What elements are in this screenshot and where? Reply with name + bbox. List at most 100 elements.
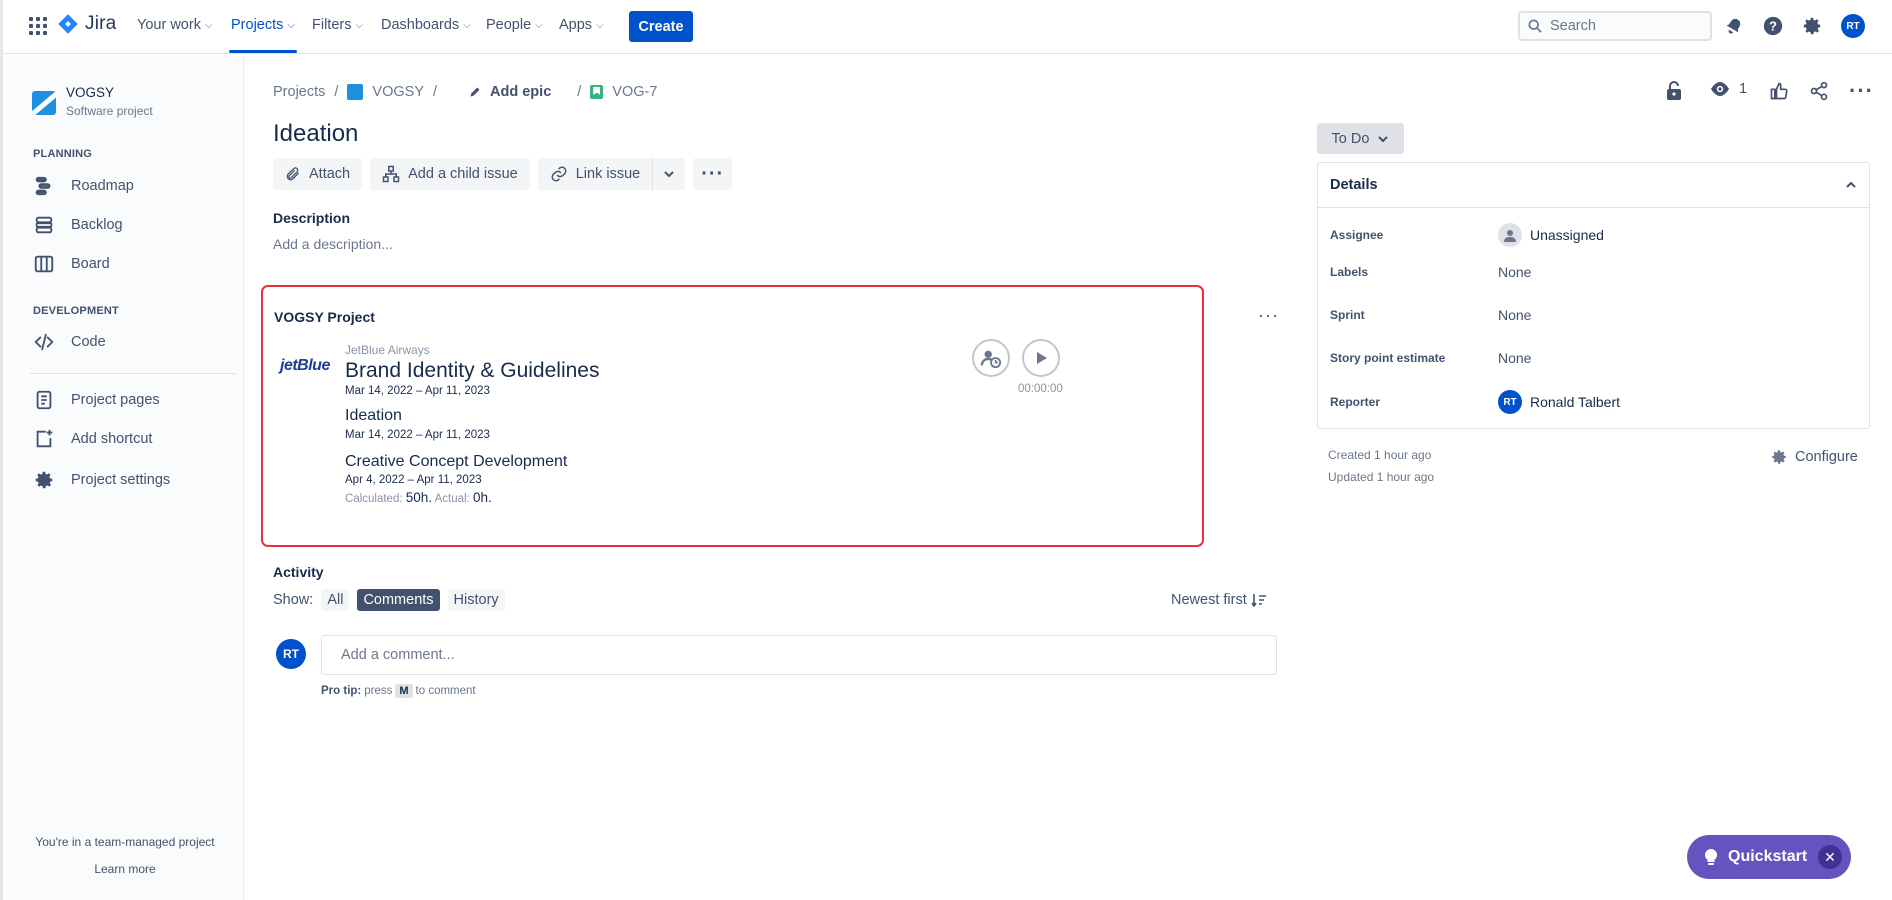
show-label: Show: (273, 592, 314, 608)
sidebar-item-add-shortcut[interactable]: Add shortcut (33, 428, 152, 450)
nav-dashboards[interactable]: Dashboards ⌵ (381, 17, 471, 33)
details-header[interactable]: Details (1318, 163, 1869, 208)
nav-your-work[interactable]: Your work ⌵ (137, 17, 213, 33)
breadcrumb-issue-key[interactable]: VOG-7 (612, 84, 657, 100)
nav-filters[interactable]: Filters ⌵ (312, 17, 363, 33)
add-epic-link[interactable]: Add epic (490, 84, 551, 100)
assign-time-button[interactable] (972, 339, 1010, 377)
notifications-icon[interactable] (1722, 14, 1746, 38)
story-points-field[interactable]: None (1498, 350, 1531, 366)
phase-name[interactable]: Ideation (345, 407, 402, 425)
add-child-issue-button[interactable]: Add a child issue (370, 158, 530, 190)
activity-filter: Show: All Comments History (273, 589, 505, 611)
app-switcher-icon[interactable] (29, 17, 47, 35)
project-header[interactable]: VOGSY Software project (32, 85, 153, 118)
calculated-value: 50h. (405, 490, 433, 505)
sidebar-item-label: Board (71, 256, 110, 272)
unassigned-avatar-icon (1498, 223, 1522, 247)
panel-more-icon[interactable]: ··· (1258, 305, 1279, 326)
reporter-field[interactable]: RT Ronald Talbert (1498, 390, 1620, 414)
client-logo: jetBlue (280, 357, 330, 374)
start-timer-button[interactable] (1022, 339, 1060, 377)
sidebar-item-project-pages[interactable]: Project pages (33, 389, 160, 411)
sidebar-item-label: Project settings (71, 472, 171, 488)
details-title: Details (1330, 177, 1378, 193)
nav-apps[interactable]: Apps ⌵ (559, 17, 604, 33)
jira-logo[interactable]: Jira (57, 13, 116, 35)
reporter-avatar: RT (1498, 390, 1522, 414)
lock-icon[interactable] (1665, 81, 1683, 101)
more-actions-icon[interactable]: ··· (1849, 78, 1874, 104)
play-icon (1037, 352, 1047, 364)
protip-label: Pro tip: (321, 685, 362, 697)
sidebar-item-label: Code (71, 334, 106, 350)
description-input[interactable]: Add a description... (273, 236, 393, 252)
create-button[interactable]: Create (629, 11, 693, 42)
filter-comments[interactable]: Comments (357, 589, 440, 611)
comment-input[interactable]: Add a comment... (321, 635, 1277, 675)
phase-dates: Mar 14, 2022 – Apr 11, 2023 (345, 429, 490, 441)
link-icon (551, 166, 567, 182)
top-navigation: Jira Your work ⌵ Projects ⌵ Filters ⌵ Dashb… (3, 0, 1892, 54)
paperclip-icon (286, 167, 299, 181)
sidebar-item-backlog[interactable]: Backlog (33, 214, 123, 236)
chevron-down-icon: ⌵ (355, 19, 364, 31)
filter-history[interactable]: History (447, 589, 505, 611)
project-dates: Mar 14, 2022 – Apr 11, 2023 (345, 385, 490, 397)
activity-label: Activity (273, 564, 324, 580)
nav-label: Apps (559, 17, 593, 33)
breadcrumb-projects[interactable]: Projects (273, 84, 325, 100)
pro-tip: Pro tip: press M to comment (321, 684, 476, 698)
nav-people[interactable]: People ⌵ (486, 17, 543, 33)
sort-label: Newest first (1171, 592, 1247, 608)
protip-press: press (364, 685, 393, 697)
share-icon[interactable] (1809, 81, 1829, 101)
sidebar-item-label: Backlog (71, 217, 123, 233)
status-dropdown[interactable]: To Do (1317, 123, 1404, 154)
breadcrumb-project[interactable]: VOGSY (372, 84, 424, 100)
watchers-button[interactable]: 1 (1709, 81, 1747, 97)
learn-more-link[interactable]: Learn more (6, 862, 244, 876)
field-label: Labels (1330, 265, 1369, 279)
sidebar-item-code[interactable]: Code (33, 331, 106, 353)
search-input[interactable]: Search (1518, 11, 1712, 41)
attach-button[interactable]: Attach (273, 158, 363, 190)
watcher-count: 1 (1739, 81, 1748, 97)
close-icon[interactable]: ✕ (1818, 845, 1842, 869)
field-label: Reporter (1330, 395, 1381, 409)
subphase-name[interactable]: Creative Concept Development (345, 453, 567, 471)
link-issue-button[interactable]: Link issue (537, 158, 653, 190)
project-name: VOGSY (66, 85, 115, 100)
link-issue-dropdown[interactable] (652, 158, 686, 190)
assignee-field[interactable]: Unassigned (1498, 223, 1604, 247)
planning-header: PLANNING (33, 148, 93, 160)
settings-gear-icon[interactable] (1800, 14, 1824, 38)
issue-title[interactable]: Ideation (273, 120, 358, 148)
quickstart-label: Quickstart (1728, 848, 1808, 865)
add-shortcut-icon (36, 429, 53, 448)
sidebar-item-label: Add shortcut (71, 431, 153, 447)
code-icon (34, 333, 54, 351)
sidebar-item-label: Roadmap (71, 178, 134, 194)
quickstart-button[interactable]: Quickstart ✕ (1687, 835, 1851, 879)
more-options-icon[interactable]: ··· (693, 158, 733, 190)
sort-toggle[interactable]: Newest first (1171, 592, 1267, 608)
vogsy-project-panel: VOGSY Project jetBlue JetBlue Airways Br… (261, 285, 1204, 547)
link-issue-label: Link issue (575, 166, 641, 182)
filter-all[interactable]: All (321, 589, 350, 611)
nav-projects[interactable]: Projects ⌵ (229, 17, 297, 53)
vogsy-project-name[interactable]: Brand Identity & Guidelines (345, 359, 599, 383)
sidebar-item-roadmap[interactable]: Roadmap (33, 175, 134, 197)
labels-field[interactable]: None (1498, 264, 1531, 280)
status-label: To Do (1331, 130, 1370, 147)
user-clock-icon (980, 350, 1002, 369)
sprint-field[interactable]: None (1498, 307, 1531, 323)
user-avatar[interactable]: RT (1841, 14, 1865, 38)
help-icon[interactable]: ? (1761, 14, 1785, 38)
like-icon[interactable] (1769, 81, 1789, 101)
sidebar-item-board[interactable]: Board (33, 253, 110, 275)
protip-suffix: to comment (415, 685, 476, 697)
sidebar-item-project-settings[interactable]: Project settings (33, 469, 170, 491)
configure-button[interactable]: Configure (1770, 448, 1858, 466)
shortcut-key: M (395, 684, 413, 698)
